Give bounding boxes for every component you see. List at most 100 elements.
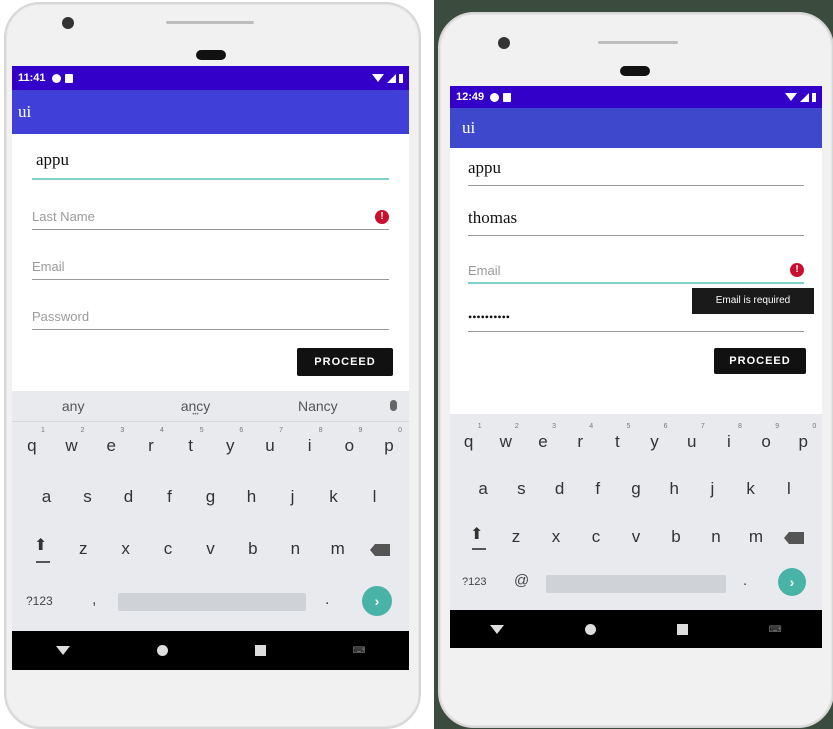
key[interactable]: h [237, 487, 267, 507]
key[interactable]: n [280, 539, 310, 559]
key[interactable]: q1 [454, 423, 484, 452]
last-name-field[interactable]: Last Name ! [32, 206, 389, 230]
first-name-field[interactable]: appu [468, 156, 804, 186]
keyboard-row-2: asdfghjkl [12, 487, 409, 507]
key-label: i [727, 432, 731, 451]
shift-arrow-icon[interactable]: ⬆ [470, 524, 483, 544]
at-key[interactable]: @ [514, 572, 529, 589]
key[interactable]: s [506, 479, 536, 499]
key[interactable]: m [323, 539, 353, 559]
email-underline [468, 282, 804, 284]
home-circle-icon[interactable] [156, 645, 168, 656]
key-number-hint: 6 [239, 427, 244, 434]
symbols-key[interactable]: ?123 [462, 576, 486, 588]
key[interactable]: j [278, 487, 308, 507]
key[interactable]: f [155, 487, 185, 507]
key[interactable]: e3 [528, 423, 558, 452]
key[interactable]: y6 [215, 427, 245, 456]
key[interactable]: c [153, 539, 183, 559]
battery-icon [399, 73, 403, 83]
email-field[interactable]: Email ! [468, 260, 804, 284]
key[interactable]: i8 [295, 427, 325, 456]
last-name-underline [32, 229, 389, 230]
recents-square-icon[interactable] [676, 623, 688, 635]
key[interactable]: k [319, 487, 349, 507]
space-bar[interactable] [546, 575, 726, 593]
key[interactable]: w2 [491, 423, 521, 452]
key[interactable]: b [238, 539, 268, 559]
key[interactable]: u7 [677, 423, 707, 452]
key[interactable]: k [736, 479, 766, 499]
keyboard-switch-icon[interactable]: ⌨ [353, 645, 366, 656]
speaker-grille [166, 21, 254, 24]
key-number-hint: 3 [120, 427, 125, 434]
key[interactable]: z [501, 527, 531, 547]
home-circle-icon[interactable] [585, 623, 597, 635]
key[interactable]: g [196, 487, 226, 507]
key[interactable]: l [774, 479, 804, 499]
key[interactable]: d [545, 479, 575, 499]
password-field[interactable]: Password [32, 306, 389, 330]
key[interactable]: u7 [255, 427, 285, 456]
password-field[interactable]: •••••••••• [468, 308, 804, 332]
key[interactable]: x [541, 527, 571, 547]
key[interactable]: g [621, 479, 651, 499]
period-key[interactable]: . [743, 572, 747, 589]
key[interactable]: v [195, 539, 225, 559]
key[interactable]: o9 [334, 427, 364, 456]
key[interactable]: e3 [96, 427, 126, 456]
proceed-button[interactable]: PROCEED [714, 348, 806, 374]
key[interactable]: b [661, 527, 691, 547]
key[interactable]: p0 [788, 423, 818, 452]
key[interactable]: z [68, 539, 98, 559]
chevron-right-icon[interactable]: › [362, 586, 392, 616]
suggestion-item[interactable]: any [12, 398, 134, 414]
email-field[interactable]: Email [32, 256, 389, 280]
key[interactable]: m [741, 527, 771, 547]
comma-key[interactable]: , [92, 591, 96, 609]
key[interactable]: v [621, 527, 651, 547]
proceed-button[interactable]: PROCEED [297, 348, 393, 376]
notification-icon [490, 92, 500, 102]
back-triangle-icon[interactable] [490, 624, 505, 634]
key[interactable]: t5 [176, 427, 206, 456]
key[interactable]: f [583, 479, 613, 499]
password-placeholder: Password [32, 309, 90, 324]
key[interactable]: r4 [565, 423, 595, 452]
key-label: y [650, 432, 659, 451]
symbols-key[interactable]: ?123 [26, 594, 53, 608]
back-triangle-icon[interactable] [55, 646, 70, 655]
keyboard-switch-icon[interactable]: ⌨ [769, 624, 782, 635]
recents-square-icon[interactable] [254, 645, 266, 656]
key[interactable]: d [114, 487, 144, 507]
password-underline [32, 329, 389, 330]
key[interactable]: i8 [714, 423, 744, 452]
period-key[interactable]: . [325, 591, 329, 609]
key[interactable]: r4 [136, 427, 166, 456]
last-name-field[interactable]: thomas [468, 204, 804, 236]
chevron-right-icon[interactable]: › [778, 568, 806, 596]
key[interactable]: x [111, 539, 141, 559]
key[interactable]: j [697, 479, 727, 499]
key[interactable]: t5 [602, 423, 632, 452]
key[interactable]: a [468, 479, 498, 499]
key[interactable]: q1 [17, 427, 47, 456]
battery-icon [812, 92, 816, 102]
key[interactable]: a [32, 487, 62, 507]
suggestion-item[interactable]: ancy ••• [134, 398, 256, 418]
key[interactable]: h [659, 479, 689, 499]
app-bar: ui [450, 108, 822, 148]
suggestion-item[interactable]: Nancy [257, 398, 379, 414]
shift-arrow-icon[interactable]: ⬆ [34, 535, 47, 555]
key[interactable]: y6 [640, 423, 670, 452]
key[interactable]: w2 [57, 427, 87, 456]
key[interactable]: s [73, 487, 103, 507]
first-name-field[interactable]: appu [32, 148, 389, 180]
key[interactable]: n [701, 527, 731, 547]
phone-right: 12:49 ui appu thomas Email ! Email is re… [438, 12, 833, 728]
space-bar[interactable] [118, 593, 306, 611]
key[interactable]: p0 [374, 427, 404, 456]
key[interactable]: l [360, 487, 390, 507]
key[interactable]: o9 [751, 423, 781, 452]
key[interactable]: c [581, 527, 611, 547]
